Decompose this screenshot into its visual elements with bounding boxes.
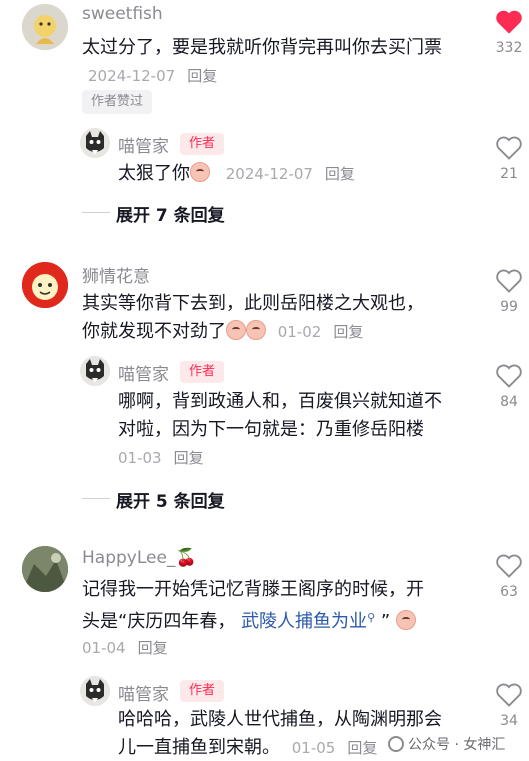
reply-text: 太狠了你 2024-12-07 回复 [118,162,355,184]
comment-date: 2024-12-07 [88,67,176,85]
comment-date: 01-04 [82,639,126,657]
reply-button[interactable]: 回复 [325,165,355,183]
author-badge: 作者 [180,680,225,702]
like-count: 332 [495,40,523,56]
author-badge: 作者 [180,361,225,383]
reply-text: 哪啊，背到政通人和，百废俱兴就知道不 对啦，因为下一句就是：乃重修岳阳楼 [118,391,442,440]
avatar[interactable] [80,676,110,706]
heart-outline-icon[interactable] [495,363,523,389]
wechat-icon [388,736,404,752]
avatar[interactable] [22,262,68,308]
heart-outline-icon[interactable] [495,268,523,294]
search-icon[interactable]: ⚲ [367,611,375,624]
divider [82,212,110,213]
reply-date: 01-03 [118,449,162,467]
expand-replies-button[interactable]: 展开 7 条回复 [116,201,225,226]
cherry-icon: 🍒 [175,548,197,568]
like-count: 21 [500,166,518,182]
comment-text: 太过分了，要是我就听你背完再叫你去买门票 2024-12-07 回复 [82,37,442,85]
comment-text: 其实等你背下去到，此则岳阳楼之大观也， 你就发现不对劲了 01-02 回复 [82,293,424,342]
like-count: 34 [500,713,518,729]
watermark: 公众号 · 女神汇 [388,734,505,754]
reply-button[interactable]: 回复 [333,323,363,341]
heart-outline-icon[interactable] [495,135,523,161]
author-badge: 作者 [180,133,225,155]
reply-button[interactable]: 回复 [138,639,168,657]
reply-username[interactable]: 喵管家 [118,132,169,157]
avatar[interactable] [22,4,68,50]
comment-username[interactable]: 狮情花意 [82,262,150,287]
comment-username[interactable]: HappyLee_🍒 [82,548,197,568]
reply-username[interactable]: 喵管家 [118,360,169,385]
heart-outline-icon[interactable] [495,682,523,708]
like-count: 84 [500,394,518,410]
like-count: 99 [500,299,518,315]
reply-meta: 01-03 回复 [118,447,204,468]
heart-filled-icon[interactable] [495,9,523,35]
crying-emoji-icon [190,162,210,182]
comment-meta: 01-04 回复 [82,637,168,658]
expand-replies-button[interactable]: 展开 5 条回复 [116,487,225,512]
blushing-emoji-icon [226,320,246,340]
comment-username[interactable]: sweetfish [82,4,163,24]
avatar[interactable] [22,546,68,592]
reply-button[interactable]: 回复 [347,739,377,757]
search-link[interactable]: 武陵人捕鱼为业 [241,611,367,632]
like-count: 63 [500,584,518,600]
avatar[interactable] [80,128,110,158]
reply-date: 2024-12-07 [225,165,313,183]
crying-emoji-icon [395,610,416,630]
reply-button[interactable]: 回复 [187,67,217,85]
blushing-emoji-icon [246,320,266,340]
reply-button[interactable]: 回复 [174,449,204,467]
divider [82,498,110,499]
heart-outline-icon[interactable] [495,553,523,579]
reply-date: 01-05 [291,739,336,757]
reply-username[interactable]: 喵管家 [118,680,169,705]
avatar[interactable] [80,356,110,386]
comment-text: 记得我一开始凭记忆背滕王阁序的时候，开 头是“庆历四年春， 武陵人捕鱼为业⚲ ” [82,579,424,632]
comment-date: 01-02 [277,323,322,341]
author-liked-badge: 作者赞过 [82,90,153,114]
